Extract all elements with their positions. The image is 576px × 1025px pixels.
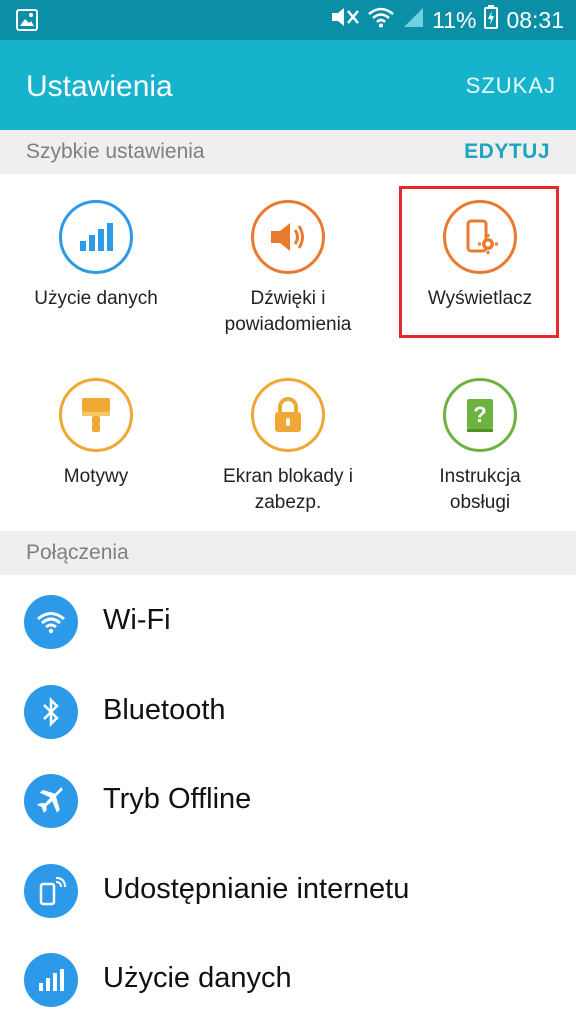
- wifi-icon: [24, 595, 78, 649]
- hotspot-icon: [24, 864, 78, 918]
- list-item-label: Udostępnianie internetu: [103, 873, 410, 905]
- sound-icon: [251, 200, 325, 274]
- app-bar: Ustawienia SZUKAJ: [0, 40, 576, 130]
- lock-icon: [251, 378, 325, 452]
- svg-text:?: ?: [473, 402, 486, 427]
- quick-item-label-line2: powiadomienia: [224, 314, 352, 335]
- wifi-icon: [368, 6, 394, 34]
- data-usage-icon: [59, 200, 133, 274]
- list-item-airplane[interactable]: Tryb Offline: [0, 756, 576, 846]
- list-item-label: Użycie danych: [103, 962, 292, 994]
- list-item-label: Wi-Fi: [103, 604, 171, 636]
- search-button[interactable]: SZUKAJ: [466, 73, 556, 99]
- quick-item-label-line1: Ekran blokady i: [223, 466, 353, 487]
- quick-item-label-line1: Instrukcja: [439, 466, 521, 487]
- airplane-icon: [24, 774, 78, 828]
- list-item-label: Bluetooth: [103, 694, 226, 726]
- battery-charging-icon: [484, 5, 499, 35]
- list-item-hotspot[interactable]: Udostępnianie internetu: [0, 846, 576, 936]
- list-item-data-usage[interactable]: Użycie danych: [0, 935, 576, 1025]
- quick-item-label: Motywy: [63, 466, 129, 487]
- connections-header: Połączenia: [0, 531, 576, 575]
- mute-icon: [330, 5, 360, 35]
- image-icon: [16, 9, 38, 36]
- bluetooth-icon: [24, 685, 78, 739]
- page-title: Ustawienia: [26, 70, 173, 103]
- quick-item-label-line2: zabezp.: [254, 492, 322, 513]
- quick-item-data-usage[interactable]: Użycie danych: [0, 200, 192, 312]
- signal-icon: [402, 6, 424, 34]
- battery-percent: 11%: [432, 6, 477, 33]
- quick-item-label-line2: obsługi: [449, 492, 511, 513]
- help-book-icon: ?: [443, 378, 517, 452]
- section-title: Szybkie ustawienia: [26, 140, 205, 163]
- quick-settings-header: Szybkie ustawienia EDYTUJ: [0, 130, 576, 174]
- edit-button[interactable]: EDYTUJ: [464, 140, 550, 164]
- quick-item-sounds[interactable]: Dźwięki i powiadomienia: [192, 200, 384, 338]
- clock: 08:31: [506, 6, 564, 33]
- quick-item-label: Użycie danych: [34, 288, 158, 309]
- list-item-bluetooth[interactable]: Bluetooth: [0, 667, 576, 757]
- section-title: Połączenia: [26, 541, 129, 564]
- quick-item-lock-screen[interactable]: Ekran blokady i zabezp.: [192, 378, 384, 516]
- themes-icon: [59, 378, 133, 452]
- list-item-label: Tryb Offline: [103, 783, 252, 815]
- list-item-wifi[interactable]: Wi-Fi: [0, 577, 576, 667]
- highlight-box: [399, 186, 559, 338]
- status-bar: 11% 08:31: [0, 0, 576, 40]
- quick-item-manual[interactable]: ? Instrukcja obsługi: [384, 378, 576, 516]
- quick-item-themes[interactable]: Motywy: [0, 378, 192, 490]
- data-usage-icon: [24, 953, 78, 1007]
- quick-item-label-line1: Dźwięki i: [250, 288, 326, 309]
